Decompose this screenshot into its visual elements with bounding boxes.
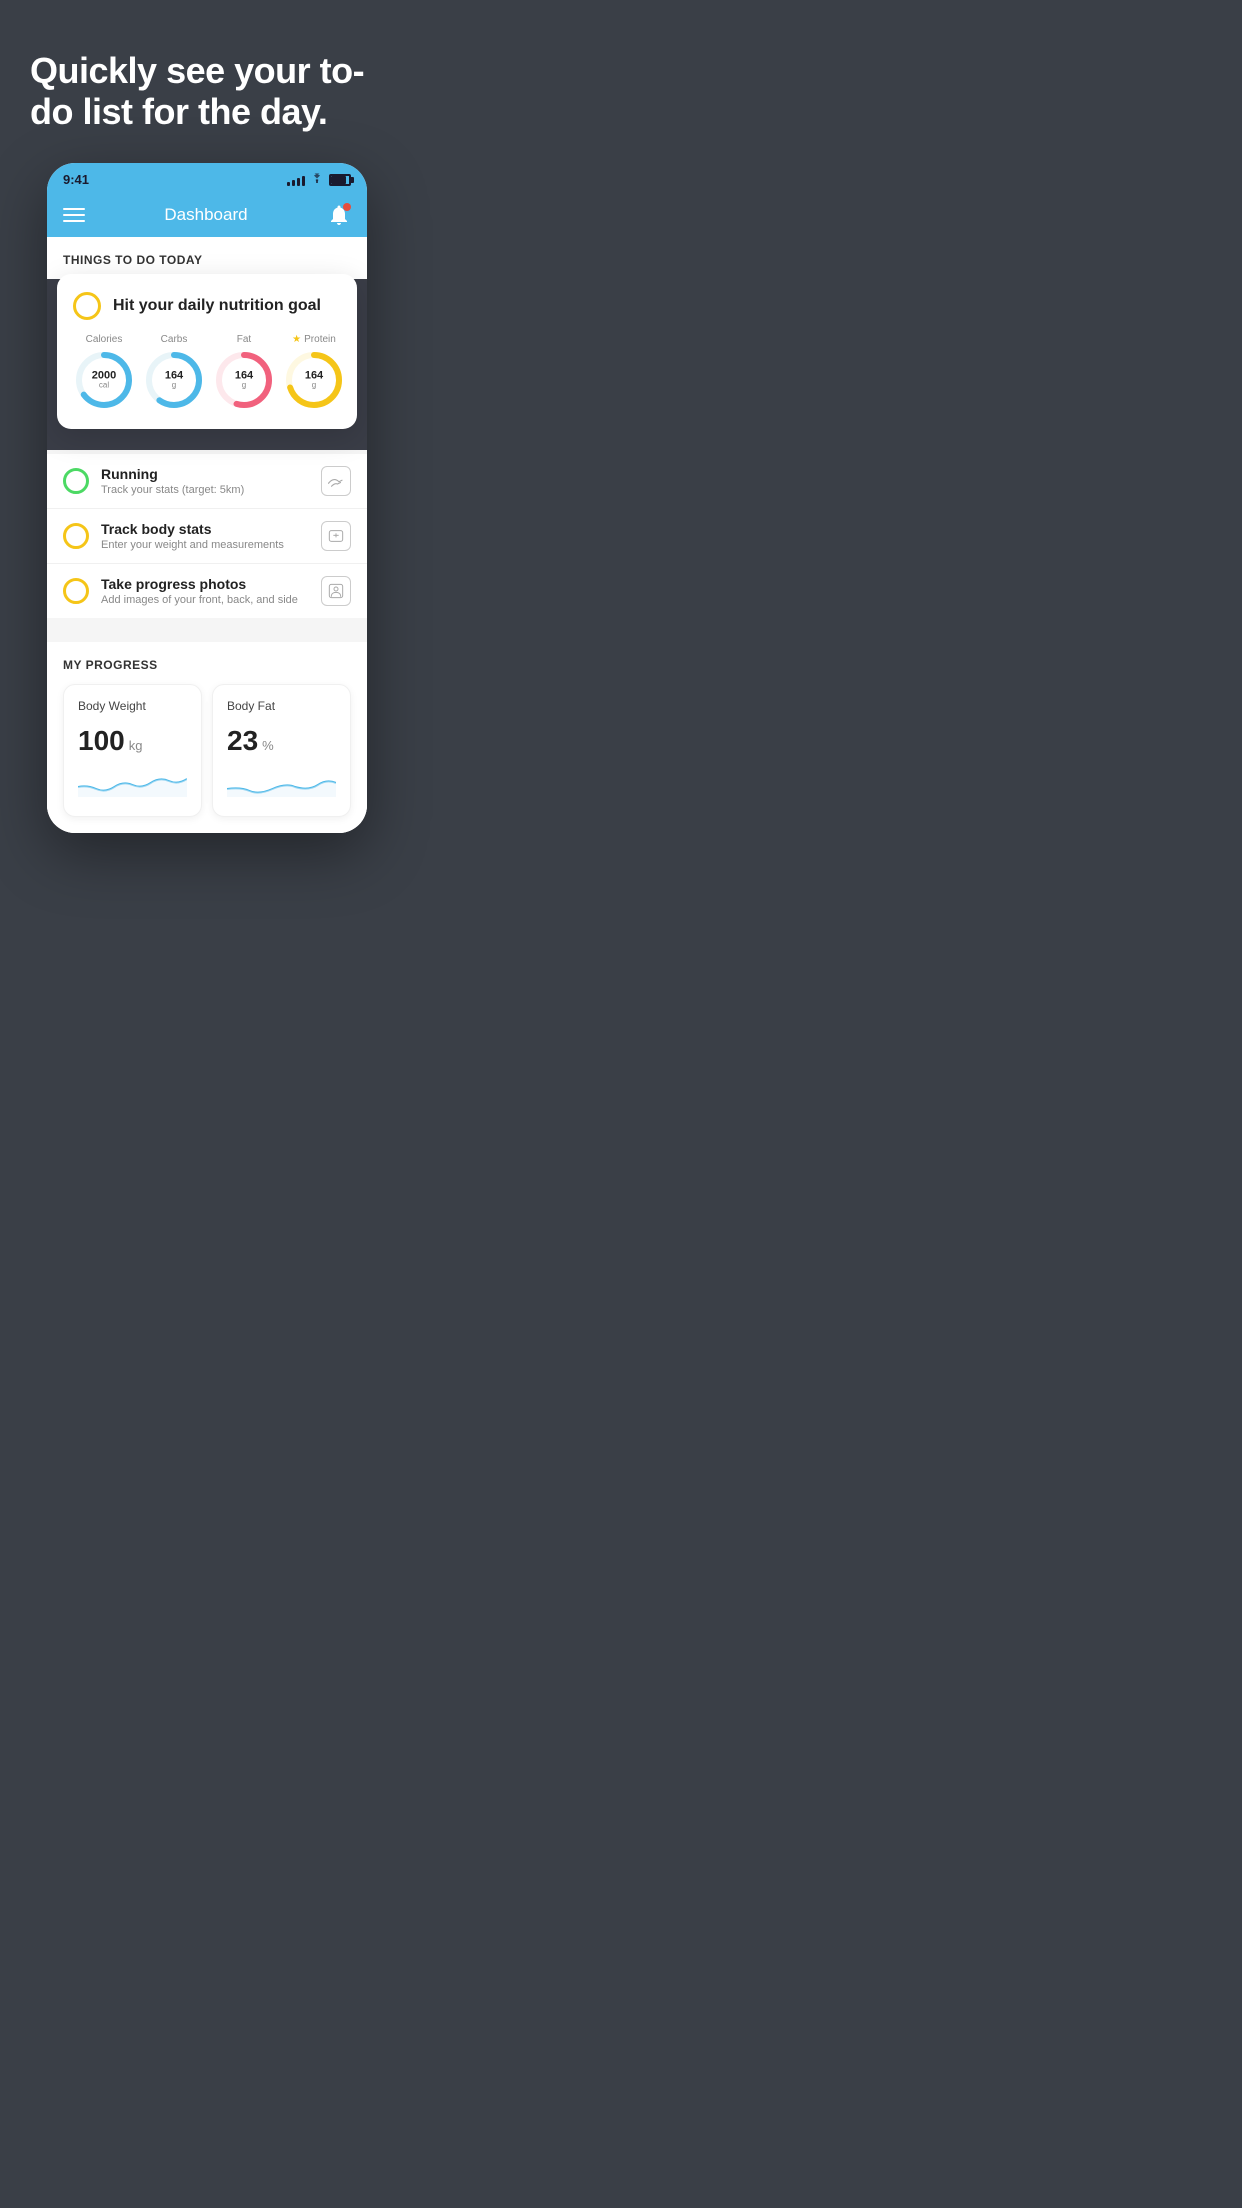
list-item-running[interactable]: Running Track your stats (target: 5km) — [47, 454, 367, 509]
body-stats-title: Track body stats — [101, 521, 309, 537]
status-time: 9:41 — [63, 172, 89, 187]
status-icons — [287, 173, 351, 186]
fat-donut: 164 g — [213, 349, 275, 411]
body-fat-unit: % — [262, 738, 274, 753]
hero-title: Quickly see your to-do list for the day. — [30, 50, 384, 133]
nutrition-grid: Calories 2000 cal — [73, 334, 341, 411]
calories-donut: 2000 cal — [73, 349, 135, 411]
signal-bar-2 — [292, 180, 295, 186]
phone-mockup: 9:41 — [47, 163, 367, 833]
photos-subtitle: Add images of your front, back, and side — [101, 594, 309, 606]
running-icon — [321, 466, 351, 496]
body-fat-sparkline — [227, 767, 336, 797]
things-to-do-title: THINGS TO DO TODAY — [63, 253, 202, 267]
battery-fill — [331, 176, 346, 184]
calories-label: Calories — [86, 334, 123, 345]
body-weight-sparkline — [78, 767, 187, 797]
list-item-photos[interactable]: Take progress photos Add images of your … — [47, 564, 367, 618]
signal-bars-icon — [287, 174, 305, 186]
photos-title: Take progress photos — [101, 576, 309, 592]
nutrition-card: Hit your daily nutrition goal Calories — [57, 274, 357, 429]
battery-icon — [329, 174, 351, 186]
nav-bar: Dashboard — [47, 193, 367, 237]
nutrition-protein: ★ Protein 164 g — [283, 334, 345, 411]
status-bar: 9:41 — [47, 163, 367, 193]
notification-badge — [343, 203, 351, 211]
person-icon — [321, 576, 351, 606]
body-fat-title: Body Fat — [227, 699, 336, 713]
body-stats-subtitle: Enter your weight and measurements — [101, 539, 309, 551]
body-stats-check-circle — [63, 523, 89, 549]
things-to-do-header: THINGS TO DO TODAY — [47, 237, 367, 279]
list-item-body-stats[interactable]: Track body stats Enter your weight and m… — [47, 509, 367, 564]
nutrition-check-circle[interactable] — [73, 292, 101, 320]
body-fat-value: 23 — [227, 725, 258, 757]
nutrition-calories: Calories 2000 cal — [73, 334, 135, 411]
fat-value-text: 164 g — [235, 369, 253, 390]
body-fat-value-row: 23 % — [227, 725, 336, 757]
carbs-donut: 164 g — [143, 349, 205, 411]
app-content: THINGS TO DO TODAY Hit your daily nutrit… — [47, 237, 367, 833]
body-stats-text: Track body stats Enter your weight and m… — [101, 521, 309, 551]
photos-text: Take progress photos Add images of your … — [101, 576, 309, 606]
my-progress-section: MY PROGRESS Body Weight 100 kg — [47, 642, 367, 833]
menu-line-2 — [63, 214, 85, 216]
running-text: Running Track your stats (target: 5km) — [101, 466, 309, 496]
body-fat-card: Body Fat 23 % — [212, 684, 351, 817]
body-weight-title: Body Weight — [78, 699, 187, 713]
protein-donut: 164 g — [283, 349, 345, 411]
running-title: Running — [101, 466, 309, 482]
carbs-value-text: 164 g — [165, 369, 183, 390]
protein-value-text: 164 g — [305, 369, 323, 390]
body-weight-unit: kg — [129, 738, 143, 753]
signal-bar-3 — [297, 178, 300, 186]
nav-title: Dashboard — [164, 205, 247, 225]
menu-line-3 — [63, 220, 85, 222]
signal-bar-4 — [302, 176, 305, 186]
todo-list: Running Track your stats (target: 5km) — [47, 454, 367, 618]
hero-section: Quickly see your to-do list for the day. — [0, 0, 414, 163]
page-wrapper: Quickly see your to-do list for the day.… — [0, 0, 414, 863]
nutrition-fat: Fat 164 g — [213, 334, 275, 411]
photos-check-circle — [63, 578, 89, 604]
wifi-icon — [310, 173, 324, 186]
body-weight-card: Body Weight 100 kg — [63, 684, 202, 817]
calories-value-text: 2000 cal — [92, 369, 116, 390]
spacer — [47, 618, 367, 634]
menu-button[interactable] — [63, 208, 85, 222]
nutrition-carbs: Carbs 164 g — [143, 334, 205, 411]
carbs-label: Carbs — [161, 334, 188, 345]
menu-line-1 — [63, 208, 85, 210]
protein-label: ★ Protein — [292, 334, 336, 345]
scale-icon — [321, 521, 351, 551]
notification-button[interactable] — [327, 203, 351, 227]
fat-label: Fat — [237, 334, 251, 345]
running-subtitle: Track your stats (target: 5km) — [101, 484, 309, 496]
running-check-circle — [63, 468, 89, 494]
protein-star-icon: ★ — [292, 334, 301, 345]
progress-section-title: MY PROGRESS — [63, 658, 351, 672]
card-header: Hit your daily nutrition goal — [73, 292, 341, 320]
body-weight-value-row: 100 kg — [78, 725, 187, 757]
signal-bar-1 — [287, 182, 290, 186]
progress-grid: Body Weight 100 kg Body Fat — [63, 684, 351, 817]
nutrition-card-title: Hit your daily nutrition goal — [113, 297, 321, 315]
body-weight-value: 100 — [78, 725, 125, 757]
